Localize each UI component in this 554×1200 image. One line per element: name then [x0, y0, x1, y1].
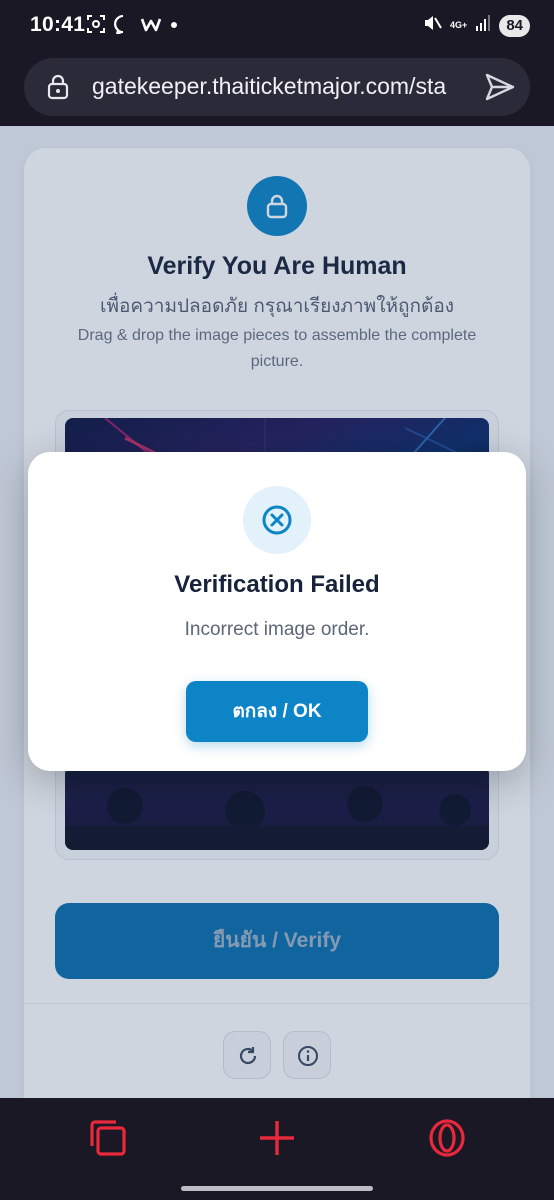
send-icon[interactable]: [484, 72, 516, 107]
dialog-title: Verification Failed: [174, 571, 380, 598]
screenshot-icon: [86, 14, 106, 39]
browser-bottom-nav: [0, 1098, 554, 1200]
browser-toolbar: gatekeeper.thaiticketmajor.com/sta: [0, 52, 554, 126]
fail-badge: [243, 486, 311, 554]
system-status: 4G+ 84: [422, 13, 530, 38]
lock-icon[interactable]: [46, 74, 70, 105]
w-app-icon: [140, 14, 162, 39]
home-indicator[interactable]: [181, 1186, 373, 1191]
plus-icon[interactable]: [257, 1118, 297, 1163]
dot-icon: [169, 14, 179, 39]
url-text[interactable]: gatekeeper.thaiticketmajor.com/sta: [92, 73, 462, 100]
ok-button[interactable]: ตกลง / OK: [186, 681, 368, 742]
network-type: 4G+: [450, 20, 468, 30]
x-circle-icon: [262, 505, 292, 535]
page-content: Verify You Are Human เพื่อความปลอดภัย กร…: [0, 126, 554, 1098]
tabs-icon[interactable]: [88, 1118, 128, 1163]
error-dialog: Verification Failed Incorrect image orde…: [28, 452, 526, 771]
battery-level: 84: [499, 14, 530, 37]
notification-icons: [86, 14, 179, 39]
dialog-message: Incorrect image order.: [184, 619, 370, 640]
mute-icon: [422, 13, 442, 38]
status-time: 10:41: [30, 13, 86, 36]
status-bar: 10:41 4G+ 84: [0, 0, 554, 52]
signal-icon: [475, 14, 491, 37]
opera-icon[interactable]: [427, 1118, 467, 1163]
address-bar[interactable]: gatekeeper.thaiticketmajor.com/sta: [24, 58, 530, 116]
chat-icon: [113, 14, 133, 39]
